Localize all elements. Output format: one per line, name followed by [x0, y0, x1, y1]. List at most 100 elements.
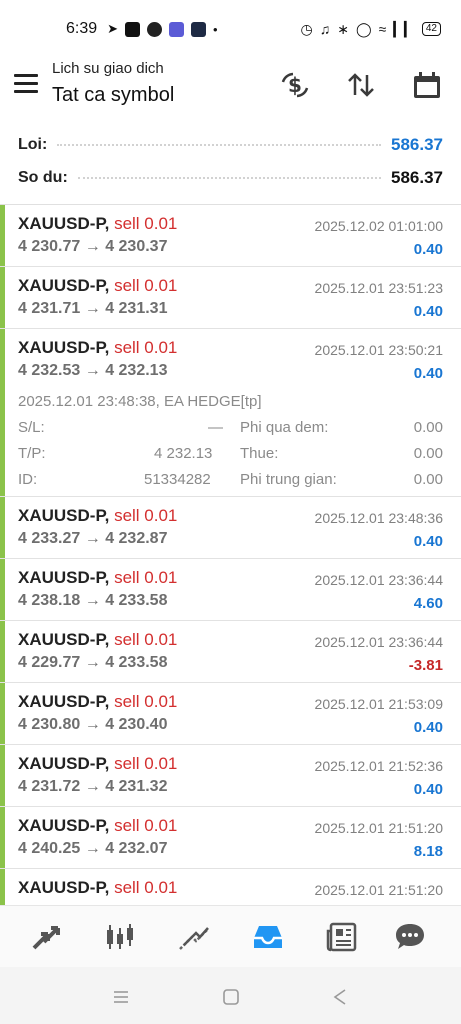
deal-symbol: XAUUSD-P,: [18, 630, 110, 649]
arrow-icon: →: [84, 300, 101, 317]
deal-time: 2025.12.01 23:51:23: [314, 280, 443, 296]
deal-row[interactable]: XAUUSD-P, sell 0.01 4 230.80 → 4 230.40 …: [0, 683, 461, 745]
trade-icon[interactable]: [174, 918, 214, 956]
deal-close-price: 4 231.31: [105, 300, 168, 317]
deal-close-price: 4 232.87: [105, 530, 168, 547]
profit-value: 586.37: [391, 135, 443, 154]
deal-close-price: 4 232.07: [105, 840, 168, 857]
deal-prices: 4 230.80 → 4 230.40: [18, 716, 167, 734]
deal-symbol: XAUUSD-P,: [18, 816, 110, 835]
page-title[interactable]: Tat ca symbol: [52, 84, 174, 107]
deal-symbol-line: XAUUSD-P, sell 0.01: [18, 214, 177, 234]
deal-row[interactable]: XAUUSD-P, sell 0.01 2025.12.01 21:51:20: [0, 869, 461, 905]
deal-profit: 0.40: [413, 781, 443, 798]
deal-row-expanded[interactable]: XAUUSD-P, sell 0.01 4 232.53 → 4 232.13 …: [0, 329, 461, 497]
currency-exchange-icon[interactable]: $: [278, 68, 312, 102]
deal-prices: 4 232.53 → 4 232.13: [18, 362, 167, 380]
signal-icon: ▎▎: [393, 20, 415, 37]
detail-row-3: ID: 51334282 Phi trung gian: 0.00: [18, 471, 443, 491]
tax-label: Thue:: [240, 445, 279, 462]
deal-profit: 0.40: [413, 303, 443, 320]
chart-icon[interactable]: [100, 918, 140, 956]
deal-symbol-line: XAUUSD-P, sell 0.01: [18, 692, 177, 712]
deal-row[interactable]: XAUUSD-P, sell 0.01 4 229.77 → 4 233.58 …: [0, 621, 461, 683]
deal-prices: 4 229.77 → 4 233.58: [18, 654, 167, 672]
tp-label: T/P:: [18, 445, 46, 462]
calendar-icon[interactable]: [410, 68, 444, 102]
swap-value: 0.00: [413, 419, 443, 436]
deal-time: 2025.12.01 21:53:09: [314, 696, 443, 712]
wifi-icon: ≈: [378, 21, 387, 37]
mute-icon: ♫: [319, 21, 331, 37]
arrow-icon: →: [84, 362, 101, 379]
messenger-icon: [147, 21, 163, 37]
dotted-leader: [57, 144, 381, 146]
deal-side: sell 0.01: [114, 754, 178, 773]
deal-side: sell 0.01: [114, 878, 178, 897]
zalo-icon: [125, 21, 141, 37]
sl-value: —: [208, 419, 223, 436]
deal-symbol-line: XAUUSD-P, sell 0.01: [18, 754, 177, 774]
deal-row[interactable]: XAUUSD-P, sell 0.01 4 230.77 → 4 230.37 …: [0, 205, 461, 267]
deal-open-price: 4 230.80: [18, 716, 81, 733]
deal-side: sell 0.01: [114, 568, 178, 587]
id-value: 51334282: [144, 471, 211, 488]
deal-symbol-line: XAUUSD-P, sell 0.01: [18, 630, 177, 650]
profit-label: Loi:: [18, 136, 48, 153]
deal-side: sell 0.01: [114, 276, 178, 295]
arrow-icon: →: [84, 592, 101, 609]
deal-symbol: XAUUSD-P,: [18, 506, 110, 525]
deal-time: 2025.12.01 21:51:20: [314, 882, 443, 898]
vpn-icon: ◯: [355, 20, 372, 37]
deal-profit: 8.18: [413, 843, 443, 860]
deal-row[interactable]: XAUUSD-P, sell 0.01 4 233.27 → 4 232.87 …: [0, 497, 461, 559]
commission-label: Phi trung gian:: [240, 471, 337, 488]
balance-label: So du:: [18, 169, 68, 186]
deal-side: sell 0.01: [114, 692, 178, 711]
home-icon[interactable]: [219, 985, 243, 1009]
deal-side: sell 0.01: [114, 816, 178, 835]
sl-label: S/L:: [18, 419, 45, 436]
deal-open-price: 4 232.53: [18, 362, 81, 379]
deal-row[interactable]: XAUUSD-P, sell 0.01 4 238.18 → 4 233.58 …: [0, 559, 461, 621]
quotes-icon[interactable]: [27, 918, 67, 956]
telegram-icon: ➤: [107, 21, 119, 36]
deal-row[interactable]: XAUUSD-P, sell 0.01 4 231.71 → 4 231.31 …: [0, 267, 461, 329]
deal-prices: 4 231.71 → 4 231.31: [18, 300, 167, 318]
commission-value: 0.00: [413, 471, 443, 488]
deal-open-price: 4 229.77: [18, 654, 81, 671]
sort-arrows-icon[interactable]: [344, 68, 378, 102]
deal-time: 2025.12.01 23:50:21: [314, 342, 443, 358]
balance-value: 586.37: [391, 168, 443, 187]
deal-profit: -3.81: [408, 657, 443, 674]
menu-icon[interactable]: [14, 74, 38, 94]
deal-close-price: 4 230.37: [105, 238, 168, 255]
account-summary: Loi: 586.37 So du: 586.37: [0, 126, 461, 204]
tp-value: 4 232.13: [154, 445, 213, 462]
chat-icon[interactable]: [390, 918, 430, 956]
deal-symbol: XAUUSD-P,: [18, 214, 110, 233]
deal-profit: 0.40: [413, 719, 443, 736]
deal-row[interactable]: XAUUSD-P, sell 0.01 4 231.72 → 4 231.32 …: [0, 745, 461, 807]
arrow-icon: →: [84, 840, 101, 857]
recent-apps-icon[interactable]: [109, 985, 133, 1009]
page-subtitle: Lich su giao dich: [52, 60, 164, 77]
bottom-navigation: [0, 905, 461, 968]
svg-text:$: $: [288, 73, 302, 97]
deal-symbol: XAUUSD-P,: [18, 568, 110, 587]
deal-row[interactable]: XAUUSD-P, sell 0.01 4 240.25 → 4 232.07 …: [0, 807, 461, 869]
deal-profit: 4.60: [413, 595, 443, 612]
deal-side: sell 0.01: [114, 214, 178, 233]
history-icon[interactable]: [248, 918, 288, 956]
arrow-icon: →: [84, 654, 101, 671]
deal-side: sell 0.01: [114, 506, 178, 525]
news-icon[interactable]: [322, 918, 362, 956]
detail-row-1: S/L: — Phi qua dem: 0.00: [18, 419, 443, 439]
deal-symbol-line: XAUUSD-P, sell 0.01: [18, 338, 177, 358]
system-navigation-bar: [0, 967, 461, 1024]
back-icon[interactable]: [328, 985, 352, 1009]
status-bar: 6:39 ➤ • ◷ ♫ ∗ ◯ ≈ ▎▎ 42: [0, 0, 461, 58]
detail-row-2: T/P: 4 232.13 Thue: 0.00: [18, 445, 443, 465]
deals-list[interactable]: XAUUSD-P, sell 0.01 4 230.77 → 4 230.37 …: [0, 204, 461, 905]
deal-close-price: 4 233.58: [105, 592, 168, 609]
